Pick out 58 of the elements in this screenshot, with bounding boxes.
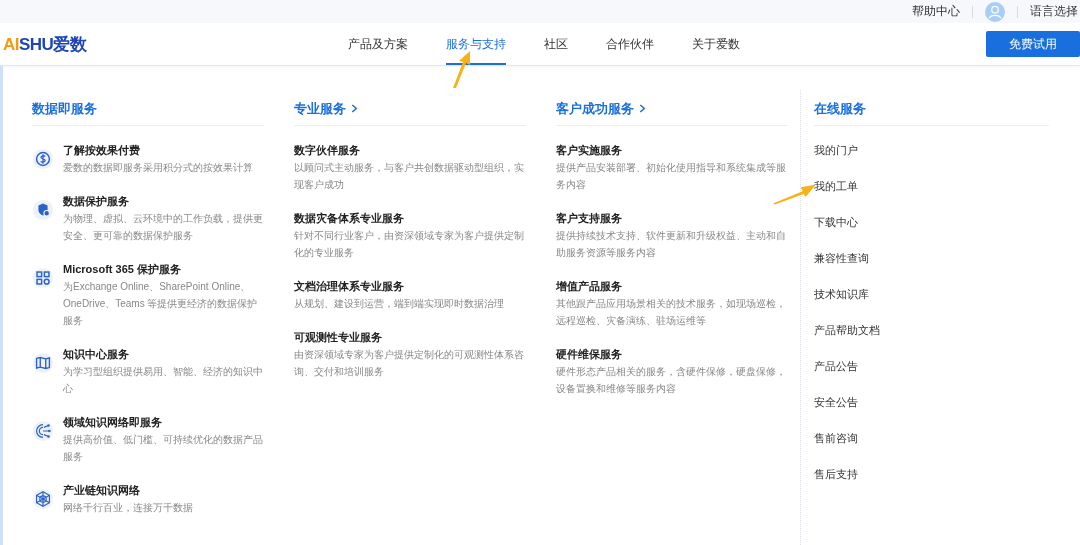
- service-title-link[interactable]: Microsoft 365 保护服务: [63, 261, 264, 278]
- chevron-right-icon[interactable]: [351, 104, 358, 113]
- free-trial-button[interactable]: 免费试用: [986, 31, 1080, 57]
- service-title-link[interactable]: 客户实施服务: [556, 142, 788, 159]
- online-service-link[interactable]: 产品公告: [814, 358, 858, 374]
- service-description: 其他跟产品应用场景相关的技术服务，如现场巡检，远程巡检、灾备演练、驻场运维等: [556, 297, 787, 328]
- service-title-link[interactable]: 数字伙伴服务: [294, 142, 526, 159]
- service-description: 为Exchange Online、SharePoint Online、OneDrive、Teams 等提供更经济的数据保护服务: [63, 280, 259, 328]
- service-description: 从规划、建设到运营，端到端实现即时数据治理: [294, 297, 505, 311]
- service-description: 为学习型组织提供易用、智能、经济的知识中心: [63, 365, 264, 396]
- service-title-link[interactable]: 增值产品服务: [556, 278, 788, 295]
- online-service-link[interactable]: 安全公告: [814, 394, 858, 410]
- globe-icon: [32, 488, 54, 510]
- help-center-link[interactable]: 帮助中心: [912, 3, 960, 20]
- column-heading-link[interactable]: 客户成功服务: [556, 99, 634, 118]
- chevron-right-icon[interactable]: [639, 104, 646, 113]
- service-title-link[interactable]: 知识中心服务: [63, 346, 264, 363]
- nav-tab[interactable]: 社区: [544, 23, 568, 65]
- nav-tab[interactable]: 合作伙伴: [606, 23, 654, 65]
- service-description: 为物理、虚拟、云环境中的工作负载，提供更安全、更可靠的数据保护服务: [63, 212, 264, 243]
- service-description: 网络千行百业，连接万千数据: [63, 501, 194, 515]
- nav-tab[interactable]: 产品及方案: [348, 23, 408, 65]
- service-title-link[interactable]: 了解按效果付费: [63, 142, 264, 159]
- book-icon: [32, 352, 54, 374]
- grid-icon: [32, 267, 54, 289]
- service-description: 提供产品安装部署、初始化使用指导和系统集成等服务内容: [556, 161, 787, 192]
- online-service-link[interactable]: 售后支持: [814, 466, 858, 482]
- online-service-link[interactable]: 我的门户: [814, 142, 858, 158]
- nav-tab[interactable]: 关于爱数: [692, 23, 740, 65]
- service-title-link[interactable]: 领域知识网络即服务: [63, 414, 264, 431]
- service-description: 提供持续技术支持、软件更新和升级权益、主动和自助服务资源等服务内容: [556, 229, 787, 260]
- dollar-coin-icon: [32, 148, 54, 170]
- online-service-link[interactable]: 下载中心: [814, 214, 858, 230]
- online-service-link[interactable]: 我的工单: [814, 178, 858, 194]
- online-service-link[interactable]: 售前咨询: [814, 430, 858, 446]
- service-title-link[interactable]: 产业链知识网络: [63, 482, 264, 499]
- service-description: 由资深领域专家为客户提供定制化的可观测性体系咨询、交付和培训服务: [294, 348, 525, 379]
- language-select-link[interactable]: 语言选择: [1030, 3, 1078, 20]
- logo[interactable]: AISHU爱数: [3, 32, 348, 56]
- service-description: 针对不同行业客户，由资深领域专家为客户提供定制化的专业服务: [294, 229, 525, 260]
- column-heading: 在线服务: [814, 99, 866, 118]
- online-service-link[interactable]: 兼容性查询: [814, 250, 869, 266]
- network-icon: [32, 420, 54, 442]
- online-service-link[interactable]: 产品帮助文档: [814, 322, 880, 338]
- service-description: 硬件形态产品相关的服务，含硬件保修，硬盘保修，设备置换和维修等服务内容: [556, 365, 787, 396]
- column-heading[interactable]: 数据即服务: [32, 99, 97, 118]
- column-heading-link[interactable]: 专业服务: [294, 99, 346, 118]
- service-title-link[interactable]: 硬件维保服务: [556, 346, 788, 363]
- service-description: 提供高价值、低门槛、可持续优化的数据产品服务: [63, 433, 264, 464]
- service-title-link[interactable]: 数据灾备体系专业服务: [294, 210, 526, 227]
- service-description: 以顾问式主动服务，与客户共创数据驱动型组织，实现客户成功: [294, 161, 525, 192]
- service-title-link[interactable]: 数据保护服务: [63, 193, 264, 210]
- service-title-link[interactable]: 文档治理体系专业服务: [294, 278, 526, 295]
- service-title-link[interactable]: 客户支持服务: [556, 210, 788, 227]
- online-service-link[interactable]: 技术知识库: [814, 286, 869, 302]
- shield-icon: [32, 199, 54, 221]
- service-title-link[interactable]: 可观测性专业服务: [294, 329, 526, 346]
- service-description: 爱数的数据即服务采用积分式的按效果计算: [63, 161, 254, 175]
